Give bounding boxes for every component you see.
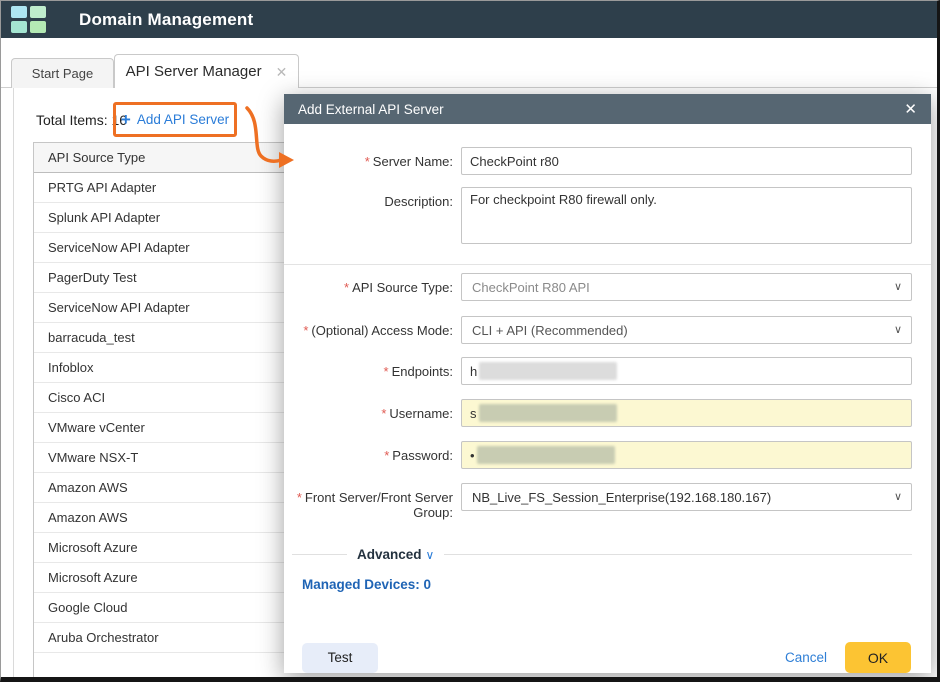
api-source-type-cell: PRTG API Adapter (48, 180, 156, 195)
required-marker: * (365, 154, 370, 169)
api-source-type-cell: Google Cloud (48, 600, 128, 615)
dialog-header: Add External API Server ✕ (284, 94, 931, 124)
dialog-footer: Test Cancel OK (302, 642, 911, 673)
advanced-label: Advanced (357, 547, 422, 562)
section-divider (284, 264, 931, 265)
selected-value: CLI + API (Recommended) (472, 323, 628, 338)
required-marker: * (297, 490, 302, 505)
access-mode-select[interactable]: CLI + API (Recommended) ∨ (461, 316, 912, 344)
advanced-toggle[interactable]: Advanced ∨ (292, 547, 912, 562)
endpoints-label: *Endpoints: (284, 357, 453, 379)
tab-api-server-manager[interactable]: API Server Manager ✕ (114, 54, 299, 88)
access-mode-label: *(Optional) Access Mode: (284, 316, 453, 338)
add-external-api-server-dialog: Add External API Server ✕ *Server Name: … (284, 94, 931, 673)
api-source-type-cell: Microsoft Azure (48, 540, 138, 555)
chevron-down-icon: ∨ (894, 490, 902, 503)
chevron-down-icon: ∨ (894, 323, 902, 336)
password-label: *Password: (284, 441, 453, 463)
tab-close-icon[interactable]: ✕ (276, 65, 288, 79)
cancel-link[interactable]: Cancel (785, 650, 827, 665)
tab-start-page[interactable]: Start Page (11, 58, 114, 88)
password-input[interactable] (461, 441, 912, 469)
selected-value: CheckPoint R80 API (472, 280, 590, 295)
username-label: *Username: (284, 399, 453, 421)
server-name-label: *Server Name: (284, 147, 453, 169)
description-label: Description: (284, 187, 453, 209)
server-name-input[interactable] (461, 147, 912, 175)
tab-label: API Server Manager (126, 63, 262, 80)
dialog-body: *Server Name: Description: For checkpoin… (284, 147, 931, 682)
api-source-type-label: *API Source Type: (284, 273, 453, 295)
api-source-type-cell: Infoblox (48, 360, 94, 375)
api-source-type-cell: ServiceNow API Adapter (48, 240, 190, 255)
front-server-label: *Front Server/Front Server Group: (284, 483, 453, 520)
api-source-type-cell: VMware vCenter (48, 420, 145, 435)
api-source-type-cell: Amazon AWS (48, 480, 128, 495)
api-source-type-cell: Microsoft Azure (48, 570, 138, 585)
required-marker: * (344, 280, 349, 295)
app-grid-icon[interactable] (11, 6, 47, 33)
chevron-down-icon: ∨ (426, 548, 435, 562)
required-marker: * (384, 364, 389, 379)
add-api-server-label: Add API Server (137, 112, 229, 127)
dialog-close-icon[interactable]: ✕ (904, 102, 917, 117)
api-source-type-cell: Cisco ACI (48, 390, 105, 405)
ok-button[interactable]: OK (845, 642, 911, 673)
api-source-type-cell: ServiceNow API Adapter (48, 300, 190, 315)
chevron-down-icon: ∨ (894, 280, 902, 293)
annotation-highlight-box: + Add API Server (113, 102, 237, 137)
api-source-type-cell: VMware NSX-T (48, 450, 138, 465)
api-source-type-select[interactable]: CheckPoint R80 API ∨ (461, 273, 912, 301)
page-title: Domain Management (79, 10, 253, 30)
managed-devices-label: Managed Devices: 0 (302, 577, 931, 592)
advanced-divider-left (292, 554, 347, 555)
selected-value: NB_Live_FS_Session_Enterprise(192.168.18… (472, 490, 771, 505)
api-source-type-cell: barracuda_test (48, 330, 135, 345)
username-input[interactable] (461, 399, 912, 427)
panel-border (13, 87, 14, 682)
app-header: Domain Management (1, 1, 937, 38)
add-api-server-button[interactable]: + Add API Server (121, 110, 229, 130)
dialog-title: Add External API Server (298, 102, 444, 117)
app-window: Domain Management Start Page API Server … (0, 0, 940, 682)
api-source-type-cell: Amazon AWS (48, 510, 128, 525)
required-marker: * (384, 448, 389, 463)
front-server-select[interactable]: NB_Live_FS_Session_Enterprise(192.168.18… (461, 483, 912, 511)
required-marker: * (381, 406, 386, 421)
description-textarea[interactable]: For checkpoint R80 firewall only. (461, 187, 912, 244)
test-button[interactable]: Test (302, 643, 378, 673)
plus-icon: + (121, 110, 131, 130)
api-source-type-cell: Aruba Orchestrator (48, 630, 159, 645)
tab-label: Start Page (32, 66, 93, 81)
required-marker: * (303, 323, 308, 338)
advanced-divider-right (444, 554, 912, 555)
api-source-type-cell: Splunk API Adapter (48, 210, 160, 225)
api-source-type-cell: PagerDuty Test (48, 270, 137, 285)
endpoints-input[interactable] (461, 357, 912, 385)
